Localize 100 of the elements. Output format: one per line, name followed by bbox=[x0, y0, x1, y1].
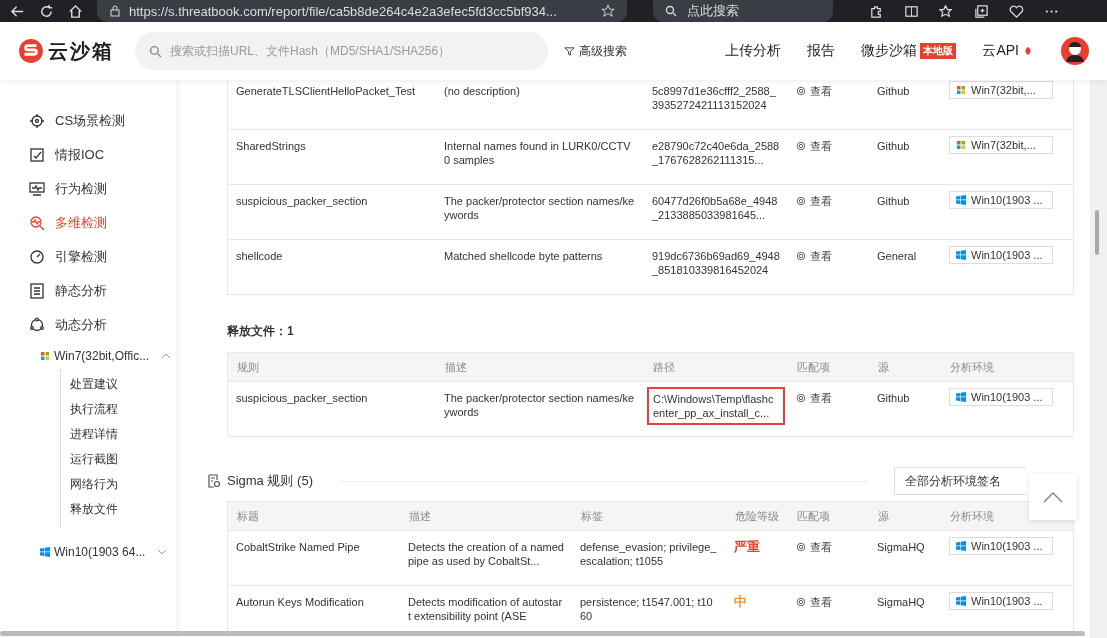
sidebar-item[interactable]: 情报IOC bbox=[0, 138, 176, 172]
table-cell-text: The packer/protector section names/keywords bbox=[443, 391, 636, 420]
table-cell-text: GenerateTLSClientHelloPacket_Test bbox=[235, 84, 417, 99]
sidebar-subitem[interactable]: 执行流程 bbox=[61, 397, 176, 422]
sidebar-item[interactable]: 动态分析 bbox=[0, 308, 176, 342]
environment-item[interactable]: Win7(32bit,Offic... bbox=[0, 342, 176, 370]
sidebar-item[interactable]: 静态分析 bbox=[0, 274, 176, 308]
eye-icon bbox=[796, 141, 806, 151]
table-cell-text: suspicious_packer_section bbox=[235, 194, 369, 209]
logo-text: 云沙箱 bbox=[48, 38, 114, 64]
sidebar-subitem[interactable]: 网络行为 bbox=[61, 472, 176, 497]
windows-logo-icon bbox=[956, 85, 966, 95]
nav-link[interactable]: 上传分析 bbox=[725, 42, 782, 60]
windows-logo-icon bbox=[40, 547, 50, 557]
column-header: 标题 bbox=[236, 509, 260, 524]
eye-icon bbox=[796, 86, 806, 96]
column-header: 标签 bbox=[580, 509, 604, 524]
table-cell-text: 919dc6736b69ad69_4948_851810339816452024 bbox=[651, 249, 781, 278]
table-cell-text: (no description) bbox=[443, 84, 521, 99]
windows-logo-icon bbox=[956, 541, 966, 551]
path-text: C:\Windows\Temp\flashcenter_pp_ax_install_c... bbox=[647, 387, 785, 425]
severity-label: 严重 bbox=[734, 539, 760, 554]
sidebar-item[interactable]: 多维检测 bbox=[0, 206, 176, 240]
table-cell-text: 5c8997d1e36cfff2_2588_3935272421113152024 bbox=[651, 84, 777, 113]
sidebar-item[interactable]: 引擎检测 bbox=[0, 240, 176, 274]
collections-icon[interactable] bbox=[974, 3, 989, 19]
column-header: 危险等级 bbox=[734, 509, 780, 524]
table-cell-text: suspicious_packer_section bbox=[235, 391, 369, 406]
view-link[interactable]: 查看 bbox=[796, 194, 832, 208]
star-icon[interactable] bbox=[601, 4, 615, 18]
view-link[interactable]: 查看 bbox=[796, 139, 832, 153]
browser-search-field[interactable]: 点此搜索 bbox=[653, 0, 833, 22]
menu-item-icon bbox=[29, 147, 45, 163]
table-cell-text: Autorun Keys Modification bbox=[235, 595, 365, 610]
view-link[interactable]: 查看 bbox=[796, 595, 832, 609]
favorites-icon[interactable] bbox=[939, 3, 954, 19]
column-header: 分析环境 bbox=[949, 509, 995, 524]
column-header: 规则 bbox=[236, 360, 260, 375]
view-link[interactable]: 查看 bbox=[796, 540, 832, 554]
horizontal-scrollbar[interactable] bbox=[0, 631, 1085, 636]
table-cell-text: General bbox=[876, 249, 918, 264]
sidebar-subitem[interactable]: 释放文件 bbox=[61, 497, 176, 522]
puzzle-icon[interactable] bbox=[869, 3, 884, 19]
column-header: 描述 bbox=[444, 360, 468, 375]
split-screen-icon[interactable] bbox=[904, 3, 919, 19]
address-bar[interactable]: https://s.threatbook.com/report/file/ca5b8de264c4e2a3efec5fd3cc5bf934... bbox=[97, 0, 627, 22]
eye-icon bbox=[796, 542, 806, 552]
logo-icon bbox=[18, 38, 44, 64]
view-link[interactable]: 查看 bbox=[796, 249, 832, 263]
windows-logo-icon bbox=[956, 195, 966, 205]
nav-link[interactable]: 微步沙箱 bbox=[861, 42, 918, 60]
nav-link[interactable]: 报告 bbox=[807, 42, 836, 60]
column-header: 源 bbox=[877, 360, 890, 375]
windows-logo-icon bbox=[956, 596, 966, 606]
table-cell-text: Internal names found in LURK0/CCTV0 samples bbox=[443, 139, 632, 168]
environment-dropdown[interactable]: 全部分析环境签名 bbox=[894, 467, 1026, 495]
section-title: Sigma 规则 (5) bbox=[227, 472, 313, 490]
leaf-icon bbox=[1023, 46, 1033, 56]
lock-icon bbox=[109, 5, 121, 17]
table-cell-text: 60477d26f0b5a68e_4948_2133885033981645... bbox=[651, 194, 779, 223]
table-cell-text: SigmaHQ bbox=[876, 595, 926, 610]
environment-item[interactable]: Win10(1903 64... bbox=[0, 538, 176, 566]
environment-tag: Win10(1903 ... bbox=[949, 388, 1053, 406]
table-cell-text: persistence; t1547.001; t1060 bbox=[579, 595, 714, 624]
view-link[interactable]: 查看 bbox=[796, 391, 832, 405]
advanced-search-link[interactable]: 高级搜索 bbox=[564, 42, 627, 60]
menu-item-icon bbox=[29, 249, 45, 265]
avatar[interactable] bbox=[1061, 37, 1089, 65]
filter-icon bbox=[564, 45, 575, 57]
eye-icon bbox=[796, 251, 806, 261]
home-icon[interactable] bbox=[68, 3, 83, 19]
environment-tag: Win10(1903 ... bbox=[949, 246, 1053, 264]
table-cell-text: SharedStrings bbox=[235, 139, 307, 154]
chevron-up-icon bbox=[1043, 491, 1063, 503]
menu-item-icon bbox=[29, 181, 45, 197]
column-header: 源 bbox=[877, 509, 890, 524]
table-cell-text: defense_evasion; privilege_escalation; t1055 bbox=[579, 540, 718, 569]
windows-logo-icon bbox=[956, 392, 966, 402]
sidebar-item[interactable]: 行为检测 bbox=[0, 172, 176, 206]
table-cell-text: CobaltStrike Named Pipe bbox=[235, 540, 361, 555]
sidebar-subitem[interactable]: 处置建议 bbox=[61, 372, 176, 397]
chevron-icon bbox=[161, 353, 172, 359]
nav-link[interactable]: 云API bbox=[982, 42, 1019, 60]
table-cell-text: Github bbox=[876, 391, 911, 406]
eye-icon bbox=[796, 196, 806, 206]
heart-icon[interactable] bbox=[1009, 3, 1024, 19]
sidebar-subitem[interactable]: 进程详情 bbox=[61, 422, 176, 447]
menu-item-icon bbox=[29, 215, 45, 231]
environment-tag: Win10(1903 ... bbox=[949, 592, 1053, 610]
environment-tag: Win10(1903 ... bbox=[949, 191, 1053, 209]
view-link[interactable]: 查看 bbox=[796, 84, 832, 98]
environment-tag: Win7(32bit,... bbox=[949, 81, 1053, 99]
search-icon bbox=[149, 44, 162, 58]
reload-icon[interactable] bbox=[39, 3, 54, 19]
sidebar-item[interactable]: CS场景检测 bbox=[0, 104, 176, 138]
environment-tag: Win7(32bit,... bbox=[949, 136, 1053, 154]
environment-tag: Win10(1903 ... bbox=[949, 537, 1053, 555]
scrollbar[interactable] bbox=[1090, 80, 1107, 638]
sidebar-subitem[interactable]: 运行截图 bbox=[61, 447, 176, 472]
windows-logo-icon bbox=[956, 250, 966, 260]
